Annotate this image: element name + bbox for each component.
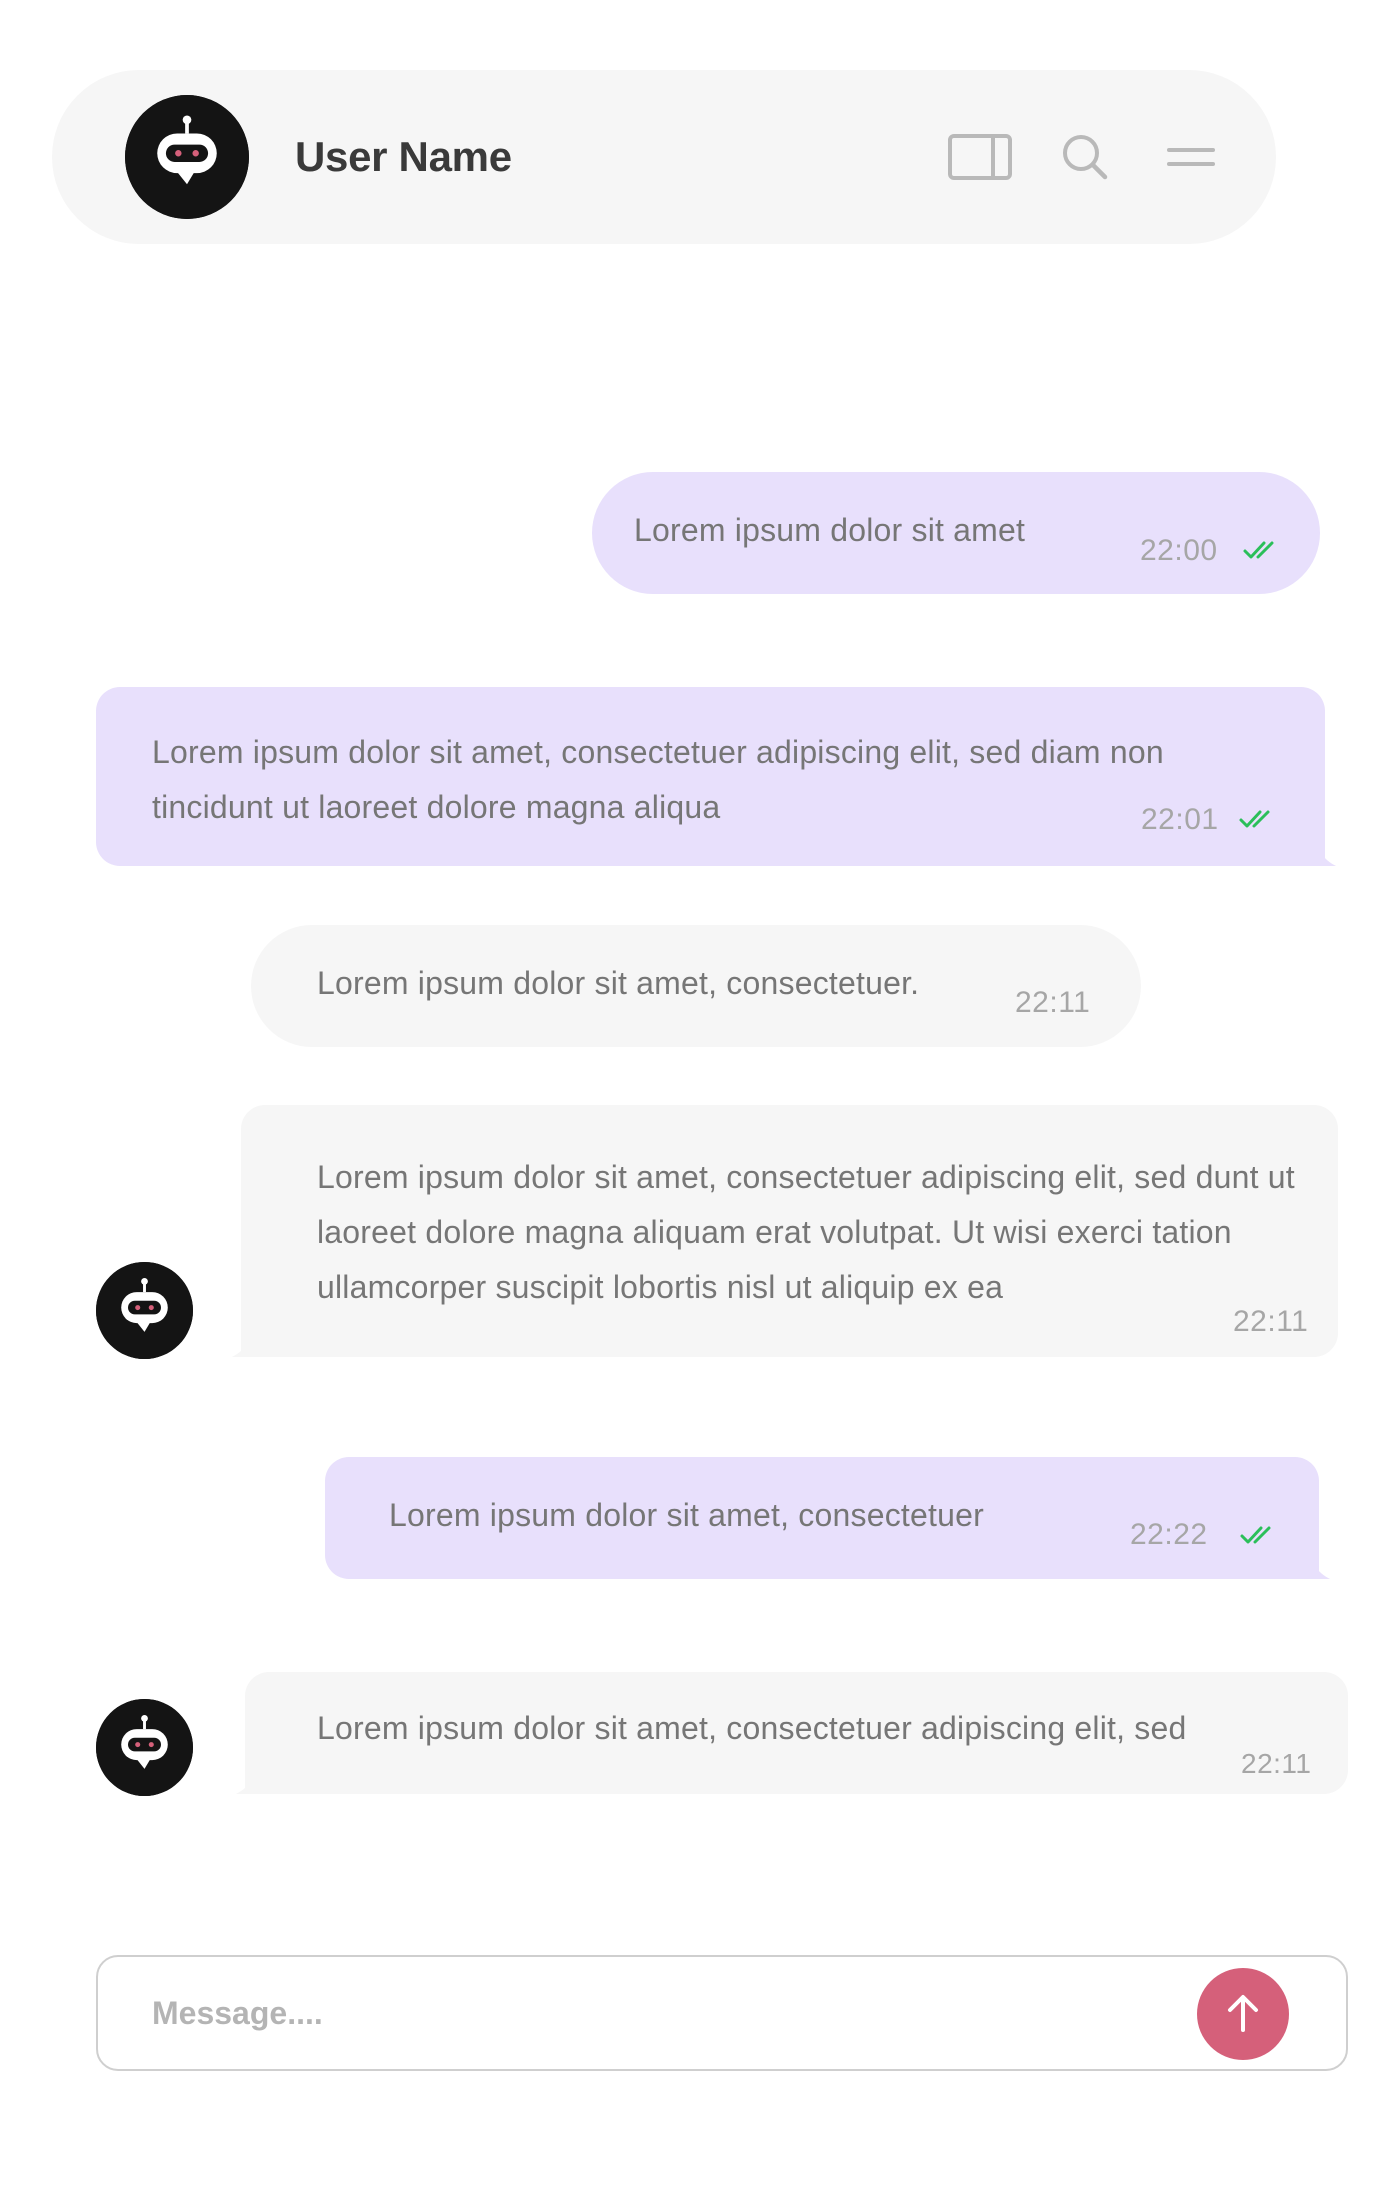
send-button[interactable] xyxy=(1197,1968,1289,2060)
message-bubble-incoming[interactable]: Lorem ipsum dolor sit amet, consectetuer… xyxy=(245,1672,1348,1794)
panel-icon[interactable] xyxy=(943,120,1017,194)
message-text: Lorem ipsum dolor sit amet xyxy=(634,512,1026,548)
message-text: Lorem ipsum dolor sit amet, consectetuer… xyxy=(152,734,1164,825)
message-bubble-incoming[interactable]: Lorem ipsum dolor sit amet, consectetuer… xyxy=(241,1105,1338,1357)
message-bubble-outgoing[interactable]: Lorem ipsum dolor sit amet, consectetuer… xyxy=(96,687,1325,866)
message-time: 22:00 xyxy=(1140,534,1218,567)
message-text: Lorem ipsum dolor sit amet, consectetuer… xyxy=(317,965,920,1001)
message-time: 22:22 xyxy=(1130,1518,1208,1551)
read-check-icon xyxy=(1238,807,1278,831)
message-composer xyxy=(96,1955,1348,2071)
user-name: User Name xyxy=(295,133,512,180)
read-check-icon xyxy=(1242,538,1282,562)
message-time: 22:11 xyxy=(1233,1305,1309,1338)
message-time: 22:11 xyxy=(1015,986,1091,1019)
bubble-tail xyxy=(1310,826,1350,866)
message-bubble-outgoing[interactable]: Lorem ipsum dolor sit amet 22:00 xyxy=(592,472,1320,594)
message-text: Lorem ipsum dolor sit amet, consectetuer… xyxy=(317,1710,1187,1746)
chat-header: User Name xyxy=(52,70,1276,244)
search-icon[interactable] xyxy=(1048,120,1122,194)
message-text: Lorem ipsum dolor sit amet, consectetuer xyxy=(389,1497,984,1533)
bubble-tail xyxy=(1304,1539,1344,1579)
message-input[interactable] xyxy=(152,1985,1152,2041)
arrow-up-icon xyxy=(1228,1995,1258,2032)
message-time: 22:01 xyxy=(1141,803,1219,836)
bot-avatar-icon xyxy=(96,1262,193,1359)
bot-avatar-icon[interactable] xyxy=(125,95,249,219)
message-time: 22:11 xyxy=(1241,1748,1312,1779)
message-bubble-incoming[interactable]: Lorem ipsum dolor sit amet, consectetuer… xyxy=(251,925,1141,1047)
bot-avatar-icon xyxy=(96,1699,193,1796)
message-text: Lorem ipsum dolor sit amet, consectetuer… xyxy=(317,1159,1295,1305)
message-bubble-outgoing[interactable]: Lorem ipsum dolor sit amet, consectetuer… xyxy=(325,1457,1319,1579)
menu-icon[interactable] xyxy=(1154,120,1228,194)
read-check-icon xyxy=(1239,1523,1279,1547)
